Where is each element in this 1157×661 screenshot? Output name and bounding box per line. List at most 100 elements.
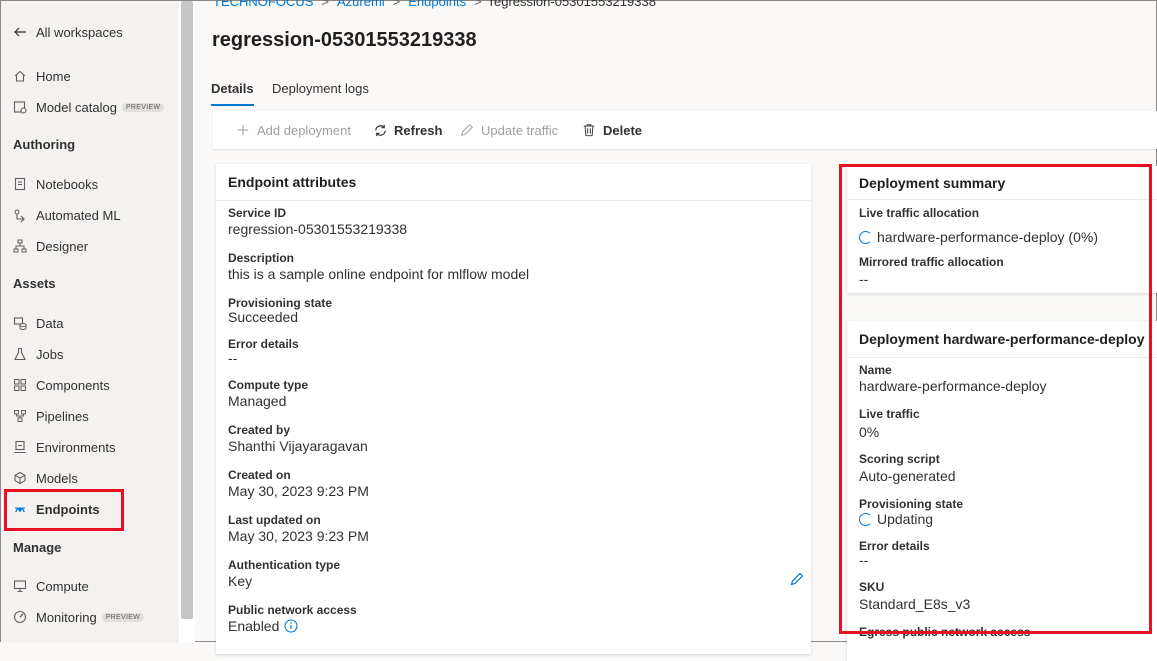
- breadcrumb-item-endpoints[interactable]: Endpoints: [408, 0, 466, 9]
- sidebar-item-model-catalog[interactable]: Model catalog PREVIEW: [13, 94, 165, 120]
- arrow-left-icon: [13, 25, 27, 39]
- page-title: regression-05301553219338: [212, 29, 477, 51]
- mirrored-traffic-value: --: [859, 271, 869, 287]
- spinner-icon: [859, 512, 872, 526]
- all-workspaces-link[interactable]: All workspaces: [13, 19, 123, 45]
- scoring-script-value: Auto-generated: [859, 468, 956, 484]
- automl-icon: [13, 208, 27, 222]
- delete-button[interactable]: Delete: [581, 111, 642, 149]
- pipelines-icon: [13, 409, 27, 423]
- service-id-label: Service ID: [228, 206, 287, 220]
- mirrored-traffic-label: Mirrored traffic allocation: [859, 255, 1004, 269]
- created-by-value: Shanthi Vijayaragavan: [228, 438, 368, 454]
- sidebar-item-jobs[interactable]: Jobs: [13, 341, 63, 367]
- sku-label: SKU: [859, 580, 885, 594]
- sidebar-item-label: Jobs: [36, 346, 64, 362]
- public-network-label: Public network access: [228, 603, 357, 617]
- sidebar-item-designer[interactable]: Designer: [13, 233, 88, 259]
- description-label: Description: [228, 251, 295, 265]
- compute-type-label: Compute type: [228, 378, 309, 392]
- delete-label: Delete: [603, 122, 643, 138]
- sku-value: Standard_E8s_v3: [859, 596, 971, 612]
- sidebar-item-label: Components: [36, 377, 110, 393]
- last-updated-label: Last updated on: [228, 513, 321, 527]
- deployment-error-details-value: --: [859, 552, 869, 568]
- chevron-right-icon: >: [392, 0, 401, 9]
- sidebar-item-notebooks[interactable]: Notebooks: [13, 171, 98, 197]
- add-deployment-label: Add deployment: [257, 122, 351, 138]
- assets-header: Assets: [13, 276, 56, 291]
- last-updated-value: May 30, 2023 9:23 PM: [228, 528, 369, 544]
- created-by-label: Created by: [228, 423, 291, 437]
- sidebar-item-label: Model catalog: [36, 99, 117, 115]
- sidebar-item-environments[interactable]: Environments: [13, 434, 115, 460]
- monitoring-icon: [13, 610, 27, 624]
- sidebar-item-label: Notebooks: [36, 176, 99, 192]
- info-icon[interactable]: [284, 619, 298, 633]
- card-title: Deployment hardware-performance-deploy: [859, 331, 1145, 347]
- deployment-provisioning-state-value: Updating: [859, 511, 933, 527]
- refresh-button[interactable]: Refresh: [372, 111, 442, 149]
- breadcrumb: TECHNOFOCUS > Azureml > Endpoints > regression…: [213, 0, 656, 9]
- preview-badge: PREVIEW: [121, 102, 165, 112]
- endpoints-highlight-box: [4, 489, 124, 531]
- chevron-right-icon: >: [474, 0, 482, 9]
- deployment-name-value: hardware-performance-deploy: [859, 378, 1047, 394]
- sidebar-item-label: Environments: [36, 439, 116, 455]
- provisioning-state-label: Provisioning state: [228, 296, 333, 310]
- edit-auth-pencil-icon[interactable]: [789, 571, 805, 587]
- sidebar-item-data[interactable]: Data: [13, 310, 63, 336]
- notebook-icon: [13, 177, 27, 191]
- sidebar-scrollbar[interactable]: [179, 1, 195, 643]
- scrollbar-thumb[interactable]: [181, 1, 193, 619]
- models-icon: [13, 471, 27, 485]
- compute-type-value: Managed: [228, 393, 287, 409]
- deployment-provisioning-state-text: Updating: [877, 511, 934, 527]
- deployment-error-details-label: Error details: [859, 539, 930, 553]
- home-icon: [13, 69, 27, 83]
- breadcrumb-item-workspace-group[interactable]: TECHNOFOCUS: [213, 0, 313, 9]
- catalog-icon: [13, 100, 27, 114]
- egress-label: Egress public network access: [859, 625, 1031, 639]
- sidebar-item-label: Data: [36, 315, 64, 331]
- breadcrumb-current: regression-05301553219338: [489, 0, 656, 9]
- divider: [216, 200, 811, 201]
- sidebar-item-components[interactable]: Components: [13, 372, 110, 398]
- preview-badge: PREVIEW: [101, 612, 145, 622]
- chevron-right-icon: >: [321, 0, 329, 9]
- components-icon: [13, 378, 27, 392]
- manage-header: Manage: [13, 540, 62, 555]
- tab-deployment-logs[interactable]: Deployment logs: [272, 81, 369, 104]
- auth-type-value: Key: [228, 573, 253, 589]
- tab-details[interactable]: Details: [211, 81, 254, 106]
- sidebar-item-home[interactable]: Home: [13, 63, 71, 89]
- sidebar-item-label: Designer: [36, 238, 89, 254]
- sidebar-item-models[interactable]: Models: [13, 465, 78, 491]
- sidebar-item-monitoring[interactable]: Monitoring PREVIEW: [13, 604, 145, 630]
- sidebar-item-automated-ml[interactable]: Automated ML: [13, 202, 121, 228]
- sidebar-item-pipelines[interactable]: Pipelines: [13, 403, 89, 429]
- live-traffic-allocation-label: Live traffic allocation: [859, 206, 980, 220]
- command-bar: Add deployment Refresh Update traffic De…: [213, 111, 1157, 149]
- breadcrumb-item-workspace[interactable]: Azureml: [337, 0, 385, 9]
- error-details-value: --: [228, 350, 238, 366]
- designer-icon: [13, 239, 27, 253]
- add-deployment-button[interactable]: Add deployment: [235, 111, 351, 149]
- public-network-value: Enabled: [228, 618, 298, 634]
- deployment-name-label: Name: [859, 363, 892, 377]
- sidebar-item-label: Pipelines: [36, 408, 89, 424]
- update-traffic-button[interactable]: Update traffic: [459, 111, 558, 149]
- live-traffic-value: 0%: [859, 424, 880, 440]
- provisioning-state-value: Succeeded: [228, 309, 299, 325]
- compute-icon: [13, 579, 27, 593]
- pencil-icon: [459, 122, 475, 138]
- service-id-value: regression-05301553219338: [228, 221, 408, 237]
- trash-icon: [581, 122, 597, 138]
- sidebar-item-compute[interactable]: Compute: [13, 573, 89, 599]
- deployment-detail-card: Deployment hardware-performance-deploy N…: [847, 321, 1157, 661]
- update-traffic-label: Update traffic: [481, 122, 559, 138]
- card-title: Deployment summary: [859, 175, 1006, 191]
- card-title: Endpoint attributes: [228, 174, 357, 190]
- sidebar-item-label: Monitoring: [36, 609, 97, 625]
- live-traffic-label: Live traffic: [859, 407, 920, 421]
